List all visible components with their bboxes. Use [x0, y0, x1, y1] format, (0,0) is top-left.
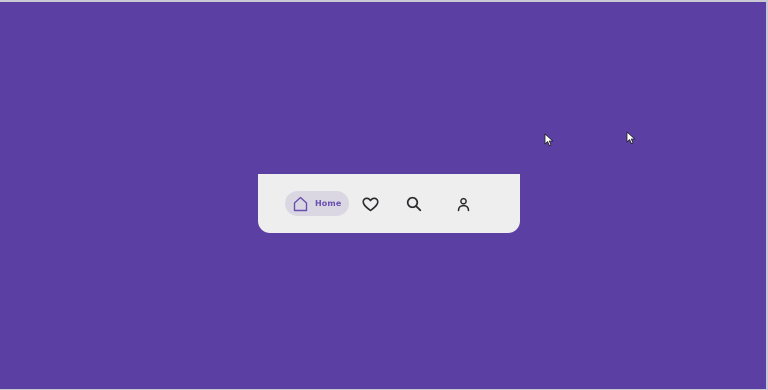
nav-item-home-label: Home: [315, 199, 342, 208]
heart-icon: [361, 197, 379, 211]
nav-item-favorites[interactable]: [357, 191, 383, 217]
user-icon: [457, 197, 469, 211]
nav-item-search[interactable]: [401, 191, 427, 217]
search-icon: [406, 196, 422, 212]
mouse-pointer-icon: [544, 133, 554, 146]
mouse-pointer-icon: [626, 131, 636, 144]
home-icon: [293, 196, 308, 211]
bottom-nav-bar: Home: [258, 174, 520, 233]
nav-item-home[interactable]: Home: [285, 191, 349, 216]
nav-item-profile[interactable]: [450, 191, 476, 217]
